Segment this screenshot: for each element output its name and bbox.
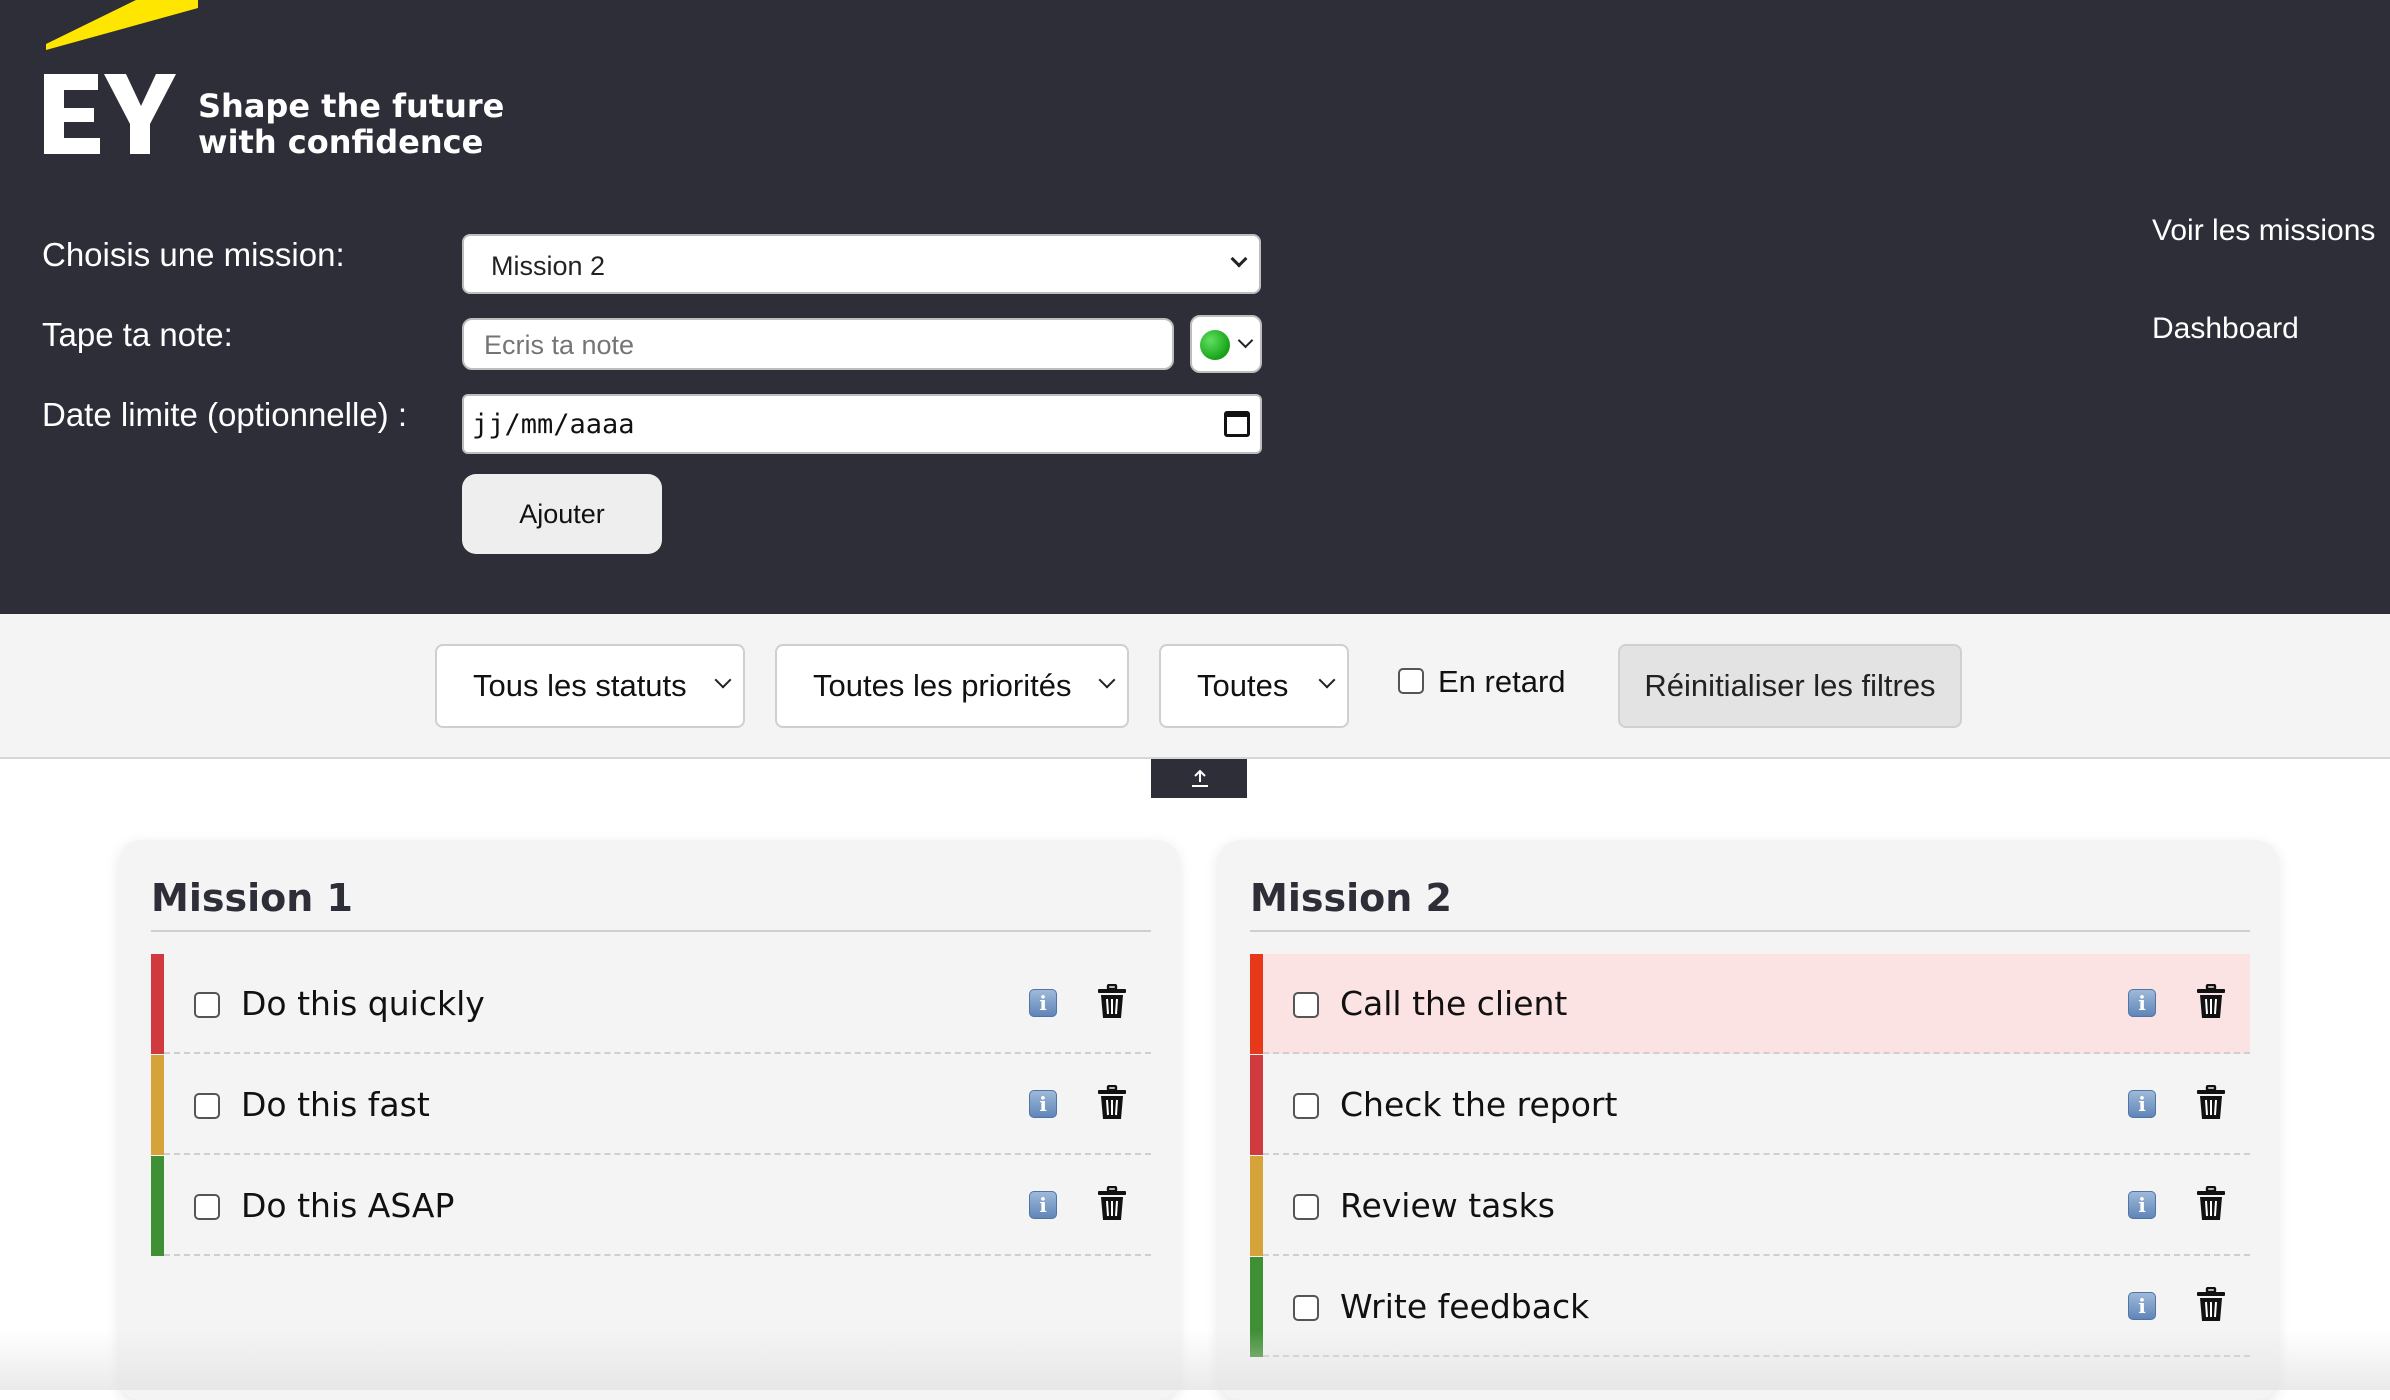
task-row: Write feedback i bbox=[1250, 1257, 2250, 1357]
row-divider bbox=[1263, 1254, 2250, 1256]
trash-icon[interactable] bbox=[1097, 1185, 1127, 1222]
priority-filter-value: Toutes les priorités bbox=[813, 668, 1072, 703]
priority-indicator bbox=[1250, 1156, 1263, 1256]
chevron-down-icon bbox=[1230, 250, 1248, 268]
chevron-down-icon bbox=[714, 671, 732, 689]
late-filter-label: En retard bbox=[1438, 664, 1566, 699]
due-filter-select[interactable]: Toutes bbox=[1159, 644, 1349, 728]
task-label: Review tasks bbox=[1340, 1186, 1555, 1225]
info-icon[interactable]: i bbox=[1029, 1090, 1057, 1118]
due-date-placeholder: jj/mm/aaaa bbox=[472, 409, 635, 440]
priority-indicator bbox=[1250, 1055, 1263, 1155]
divider bbox=[151, 930, 1151, 932]
due-filter-value: Toutes bbox=[1197, 668, 1289, 703]
status-filter-value: Tous les statuts bbox=[473, 668, 687, 703]
mission-select[interactable]: Mission 2 bbox=[462, 234, 1261, 294]
row-divider bbox=[164, 1254, 1151, 1256]
task-label: Do this fast bbox=[241, 1085, 430, 1124]
task-label: Do this quickly bbox=[241, 984, 485, 1023]
nav-link-missions[interactable]: Voir les missions bbox=[2152, 214, 2375, 248]
task-row: Review tasks i bbox=[1250, 1156, 2250, 1256]
chevron-down-icon bbox=[1237, 332, 1254, 349]
mission-title: Mission 1 bbox=[151, 876, 353, 920]
info-icon[interactable]: i bbox=[1029, 989, 1057, 1017]
task-row: Do this ASAP i bbox=[151, 1156, 1151, 1256]
ey-logo-mark bbox=[44, 0, 198, 154]
priority-indicator bbox=[1250, 954, 1263, 1054]
green-dot-icon bbox=[1200, 330, 1230, 360]
brand-tagline: Shape the future with confidence bbox=[198, 88, 504, 160]
task-label: Do this ASAP bbox=[241, 1186, 455, 1225]
mission-select-label: Choisis une mission: bbox=[42, 236, 345, 273]
info-icon[interactable]: i bbox=[2128, 989, 2156, 1017]
scroll-top-button[interactable] bbox=[1151, 759, 1247, 798]
nav-link-dashboard[interactable]: Dashboard bbox=[2152, 312, 2299, 346]
filter-bar: Tous les statuts Toutes les priorités To… bbox=[0, 614, 2390, 759]
mission-card: Mission 2 Call the client i Check the repo… bbox=[1218, 840, 2278, 1400]
app-header: Shape the future with confidence Choisis… bbox=[0, 0, 2390, 614]
divider bbox=[1250, 930, 2250, 932]
task-label: Call the client bbox=[1340, 984, 1568, 1023]
task-label: Write feedback bbox=[1340, 1287, 1590, 1326]
priority-indicator bbox=[151, 1055, 164, 1155]
status-filter-select[interactable]: Tous les statuts bbox=[435, 644, 745, 728]
task-checkbox[interactable] bbox=[194, 1093, 220, 1119]
note-input[interactable]: Ecris ta note bbox=[462, 318, 1174, 370]
mission-select-value: Mission 2 bbox=[491, 251, 606, 281]
trash-icon[interactable] bbox=[2196, 983, 2226, 1020]
task-checkbox[interactable] bbox=[194, 992, 220, 1018]
task-checkbox[interactable] bbox=[1293, 1093, 1319, 1119]
info-icon[interactable]: i bbox=[1029, 1191, 1057, 1219]
info-icon[interactable]: i bbox=[2128, 1191, 2156, 1219]
trash-icon[interactable] bbox=[1097, 1084, 1127, 1121]
task-checkbox[interactable] bbox=[1293, 1295, 1319, 1321]
row-divider bbox=[164, 1052, 1151, 1054]
due-date-label: Date limite (optionnelle) : bbox=[42, 396, 407, 433]
trash-icon[interactable] bbox=[1097, 983, 1127, 1020]
row-divider bbox=[164, 1153, 1151, 1155]
row-divider bbox=[1263, 1355, 2250, 1357]
task-row: Call the client i bbox=[1250, 954, 2250, 1054]
row-divider bbox=[1263, 1052, 2250, 1054]
priority-indicator bbox=[151, 954, 164, 1054]
reset-filters-button[interactable]: Réinitialiser les filtres bbox=[1618, 644, 1962, 728]
mission-title: Mission 2 bbox=[1250, 876, 1452, 920]
row-divider bbox=[1263, 1153, 2250, 1155]
trash-icon[interactable] bbox=[2196, 1084, 2226, 1121]
tagline-line-2: with confidence bbox=[198, 123, 484, 161]
task-row: Do this fast i bbox=[151, 1055, 1151, 1155]
priority-indicator bbox=[1250, 1257, 1263, 1357]
task-row: Check the report i bbox=[1250, 1055, 2250, 1155]
mission-card: Mission 1 Do this quickly i Do this fast i D… bbox=[119, 840, 1179, 1400]
tagline-line-1: Shape the future bbox=[198, 87, 505, 125]
task-checkbox[interactable] bbox=[194, 1194, 220, 1220]
add-task-button[interactable]: Ajouter bbox=[462, 474, 662, 554]
priority-color-select[interactable] bbox=[1190, 315, 1262, 373]
calendar-icon[interactable] bbox=[1224, 411, 1250, 437]
trash-icon[interactable] bbox=[2196, 1185, 2226, 1222]
ey-logo: Shape the future with confidence bbox=[40, 0, 504, 170]
task-row: Do this quickly i bbox=[151, 954, 1151, 1054]
due-date-input[interactable]: jj/mm/aaaa bbox=[462, 394, 1262, 454]
info-icon[interactable]: i bbox=[2128, 1292, 2156, 1320]
priority-filter-select[interactable]: Toutes les priorités bbox=[775, 644, 1129, 728]
upload-arrow-icon bbox=[1192, 769, 1208, 787]
task-label: Check the report bbox=[1340, 1085, 1618, 1124]
priority-indicator bbox=[151, 1156, 164, 1256]
task-checkbox[interactable] bbox=[1293, 1194, 1319, 1220]
chevron-down-icon bbox=[1318, 671, 1336, 689]
late-filter-checkbox[interactable] bbox=[1398, 668, 1424, 694]
note-input-label: Tape ta note: bbox=[42, 316, 233, 353]
chevron-down-icon bbox=[1098, 671, 1116, 689]
trash-icon[interactable] bbox=[2196, 1286, 2226, 1323]
info-icon[interactable]: i bbox=[2128, 1090, 2156, 1118]
note-input-placeholder: Ecris ta note bbox=[484, 330, 635, 360]
task-checkbox[interactable] bbox=[1293, 992, 1319, 1018]
